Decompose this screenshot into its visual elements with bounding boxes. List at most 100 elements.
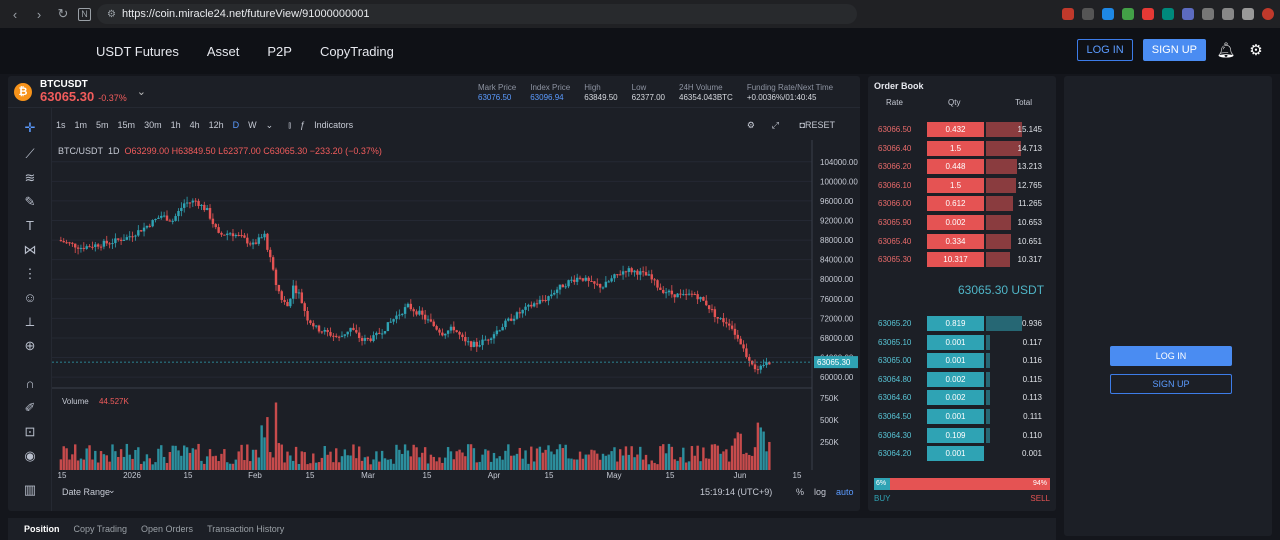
bid-row[interactable]: 63064.80 0.002 0.115 — [868, 371, 1056, 387]
text-icon[interactable]: T — [22, 218, 38, 234]
bid-row[interactable]: 63064.20 0.001 0.001 — [868, 446, 1056, 462]
price-chart[interactable]: 104000.00 100000.00 96000.00 92000.00 88000.… — [52, 140, 860, 480]
extension-icon[interactable] — [1182, 8, 1194, 20]
prediction-icon[interactable]: ⋮ — [22, 266, 38, 282]
ask-row[interactable]: 63066.10 1.5 12.765 — [868, 177, 1056, 193]
volume-bar — [621, 455, 625, 470]
site-info-icon[interactable]: ⚙ — [107, 9, 116, 20]
extension-icon[interactable] — [1162, 8, 1174, 20]
pattern-icon[interactable]: ⋈ — [22, 242, 38, 258]
interval-bar: 1s 1m 5m 15m 30m 1h 4h 12h D W ⌄ ⫾ ƒ Ind… — [56, 116, 856, 134]
signup-button[interactable]: SIGN UP — [1142, 39, 1206, 61]
candle-body — [555, 289, 559, 293]
panel-signup-button[interactable]: SIGN UP — [1110, 374, 1232, 394]
bid-row[interactable]: 63065.00 0.001 0.116 — [868, 353, 1056, 369]
extension-icon[interactable] — [1242, 8, 1254, 20]
nav-asset[interactable]: Asset — [207, 44, 240, 59]
reload-icon[interactable]: ↻ — [54, 6, 72, 22]
ruler-icon[interactable]: ⟂ — [22, 314, 38, 330]
panel-login-button[interactable]: LOG IN — [1110, 346, 1232, 366]
symbol-block[interactable]: BTCUSDT 63065.30 -0.37% — [40, 79, 127, 104]
tab-transaction-history[interactable]: Transaction History — [207, 524, 284, 534]
extension-icon[interactable] — [1222, 8, 1234, 20]
ask-row[interactable]: 63066.00 0.612 11.265 — [868, 196, 1056, 212]
auto-toggle[interactable]: auto — [836, 487, 854, 497]
volume-bar — [352, 444, 355, 470]
ask-row[interactable]: 63066.40 1.5 14.713 — [868, 140, 1056, 156]
extension-icon[interactable] — [1082, 8, 1094, 20]
profile-icon[interactable] — [1262, 8, 1274, 20]
tab-copy-trading[interactable]: Copy Trading — [74, 524, 128, 534]
chevron-down-icon[interactable]: ⌄ — [137, 85, 146, 98]
gear-icon[interactable]: ⚙ — [1246, 41, 1266, 59]
bid-row[interactable]: 63064.50 0.001 0.111 — [868, 409, 1056, 424]
ask-row[interactable]: 63066.20 0.448 13.213 — [868, 159, 1056, 175]
candle-body — [74, 243, 77, 248]
login-button[interactable]: LOG IN — [1077, 39, 1133, 61]
interval-1h[interactable]: 1h — [171, 120, 181, 130]
reset-button[interactable]: RESET — [805, 120, 835, 130]
interval-1s[interactable]: 1s — [56, 120, 66, 130]
volume-bar — [102, 454, 106, 470]
volume-bar — [76, 460, 80, 470]
bid-row[interactable]: 63064.30 0.109 0.110 — [868, 427, 1056, 443]
extension-icon[interactable] — [1202, 8, 1214, 20]
settings-icon[interactable]: ⚙ — [747, 120, 755, 131]
interval-w[interactable]: W — [248, 120, 257, 130]
url-bar[interactable]: ⚙ https://coin.miracle24.net/futureView/… — [97, 4, 857, 24]
trendline-icon[interactable]: ⟋ — [22, 146, 38, 162]
fullscreen-icon[interactable]: ⤢ — [772, 120, 779, 131]
nav-copytrading[interactable]: CopyTrading — [320, 44, 394, 59]
percent-toggle[interactable]: % — [796, 487, 804, 497]
magnet-icon[interactable]: ∩ — [22, 376, 38, 392]
indicators-button[interactable]: Indicators — [314, 120, 353, 130]
lock-drawing-icon[interactable]: ✐ — [22, 400, 38, 416]
extension-icon[interactable] — [1122, 8, 1134, 20]
ask-row[interactable]: 63065.90 0.002 10.653 — [868, 215, 1056, 230]
extension-icon[interactable] — [1142, 8, 1154, 20]
interval-4h[interactable]: 4h — [190, 120, 200, 130]
lock-icon[interactable]: ⊡ — [22, 424, 38, 440]
log-toggle[interactable]: log — [814, 487, 826, 497]
eye-icon[interactable]: ◉ — [22, 448, 38, 464]
ask-row[interactable]: 63065.30 10.317 10.317 — [868, 252, 1056, 268]
volume-bar — [535, 448, 539, 470]
interval-30m[interactable]: 30m — [144, 120, 162, 130]
bid-row[interactable]: 63065.10 0.001 0.117 — [868, 334, 1056, 350]
interval-12h[interactable]: 12h — [209, 120, 224, 130]
brush-icon[interactable]: ✎ — [22, 194, 38, 210]
trash-icon[interactable]: ▥ — [22, 482, 38, 498]
interval-5m[interactable]: 5m — [96, 120, 109, 130]
ask-row[interactable]: 63065.40 0.334 10.651 — [868, 233, 1056, 249]
chevron-down-icon[interactable]: ⌄ — [108, 485, 116, 496]
fib-icon[interactable]: ≋ — [22, 170, 38, 186]
crosshair-icon[interactable]: ✛ — [22, 120, 38, 136]
nav-p2p[interactable]: P2P — [267, 44, 292, 59]
indicators-icon[interactable]: ƒ — [300, 120, 305, 130]
order-qty: 0.448 — [927, 159, 984, 175]
bid-row[interactable]: 63064.60 0.002 0.113 — [868, 390, 1056, 406]
emoji-icon[interactable]: ☺ — [22, 290, 38, 306]
interval-d[interactable]: D — [233, 120, 240, 130]
bid-row[interactable]: 63065.20 0.819 0.936 — [868, 316, 1056, 331]
chevron-down-icon[interactable]: ⌄ — [266, 120, 274, 131]
candle-body — [421, 310, 424, 315]
date-range-button[interactable]: Date Range — [62, 487, 110, 497]
interval-1m[interactable]: 1m — [75, 120, 88, 130]
back-icon[interactable]: ‹ — [6, 7, 24, 22]
interval-15m[interactable]: 15m — [118, 120, 136, 130]
zoom-in-icon[interactable]: ⊕ — [22, 338, 38, 354]
nav-usdt-futures[interactable]: USDT Futures — [96, 44, 179, 59]
extension-icon[interactable] — [1062, 8, 1074, 20]
forward-icon[interactable]: › — [30, 7, 48, 22]
mid-price: 63065.30 USDT — [958, 283, 1045, 297]
tab-open-orders[interactable]: Open Orders — [141, 524, 193, 534]
funding-rate: +0.0036%/01:40:45 — [746, 93, 817, 102]
candle-type-icon[interactable]: ⫾ — [288, 120, 291, 131]
extension-icon[interactable] — [1102, 8, 1114, 20]
candle-body — [286, 301, 289, 307]
volume-bar — [699, 461, 702, 470]
bell-icon[interactable]: 🔔︎ — [1216, 41, 1236, 59]
tab-position[interactable]: Position — [24, 524, 60, 534]
ask-row[interactable]: 63066.50 0.432 15.145 — [868, 122, 1056, 137]
